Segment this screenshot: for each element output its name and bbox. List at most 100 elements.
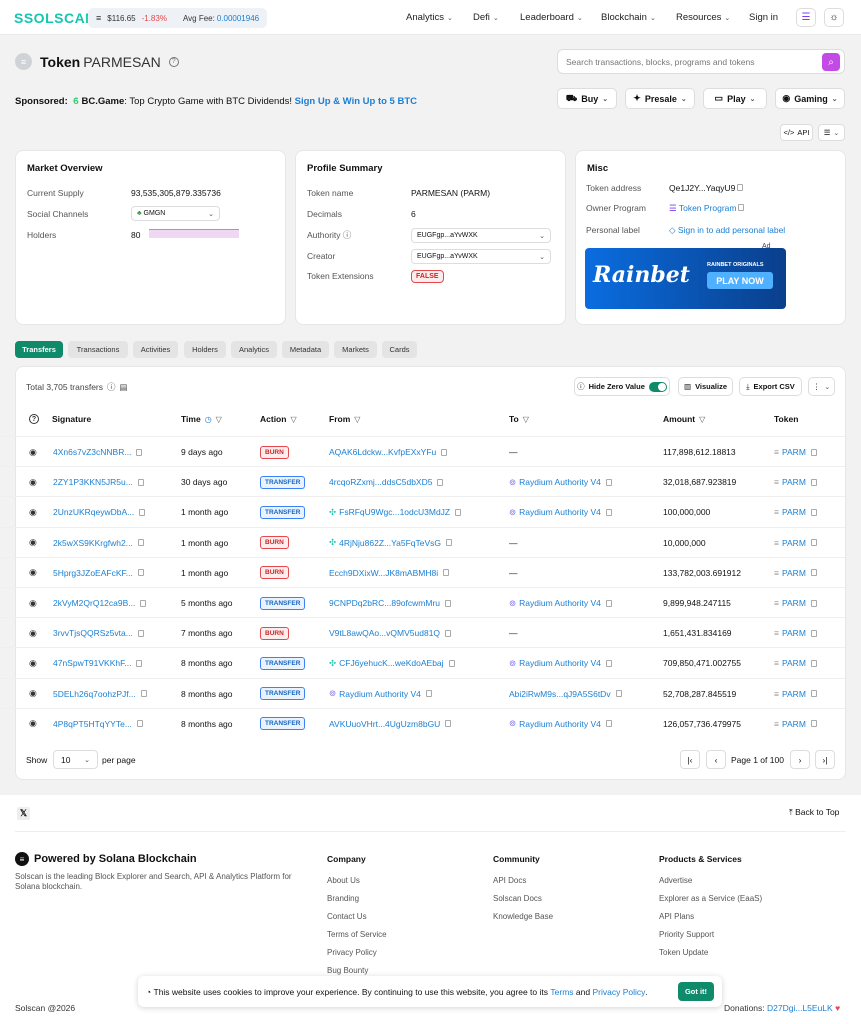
list-menu-button[interactable]: ☰ ⌄ [818, 124, 845, 141]
footer-link[interactable]: API Docs [493, 876, 553, 885]
copy-icon[interactable] [810, 720, 817, 728]
sign-in-link[interactable]: Sign in [749, 12, 778, 23]
creator-select[interactable]: EUGFgp...aYvWXK ⌄ [411, 249, 551, 264]
tab-metadata[interactable]: Metadata [282, 341, 329, 358]
column-menu-button[interactable]: ⋮ ⌄ [808, 377, 835, 396]
copy-icon[interactable] [445, 629, 452, 637]
info-icon[interactable]: ⓘ [107, 381, 116, 393]
nav-leaderboard[interactable]: Leaderboard ⌄ [520, 12, 583, 23]
copy-icon[interactable] [810, 599, 817, 607]
from-address-link[interactable]: CFJ6yehucK...weKdoAEbaj [339, 658, 443, 668]
copy-icon[interactable] [139, 508, 146, 516]
copy-icon[interactable] [810, 539, 817, 547]
signature-link[interactable]: 5Hprg3JZoEAFcKF... [53, 568, 133, 578]
signature-link[interactable]: 4P8qPT5HTqYYTe... [53, 719, 132, 729]
next-page-button[interactable]: › [790, 750, 810, 769]
terms-link[interactable]: Terms [550, 987, 573, 997]
preview-button[interactable]: ◉ [29, 588, 37, 618]
hide-zero-value-toggle[interactable]: ⓘ Hide Zero Value [574, 377, 670, 396]
chart-icon[interactable]: ▤ [120, 382, 128, 393]
got-it-button[interactable]: Got it! [678, 982, 714, 1001]
social-channels-select[interactable]: ♣ GMGN ⌄ [131, 206, 220, 221]
filter-icon[interactable]: ▽ [699, 415, 705, 424]
copy-icon[interactable] [810, 478, 817, 486]
search-button[interactable]: ⌕ [822, 53, 840, 71]
footer-link[interactable]: Branding [327, 894, 387, 903]
per-page-select[interactable]: 10 ⌄ [53, 750, 98, 769]
signature-link[interactable]: 3rvvTjsQQRSz5vta... [53, 628, 133, 638]
copy-icon[interactable] [737, 184, 744, 191]
preview-button[interactable]: ◉ [29, 618, 37, 648]
signature-link[interactable]: 47nSpwT91VKKhF... [53, 658, 131, 668]
theme-toggle-button[interactable]: ☼ [824, 8, 844, 27]
to-address-link[interactable]: Raydium Authority V4 [519, 477, 601, 487]
copy-icon[interactable] [425, 690, 432, 698]
token-link[interactable]: PARM [782, 538, 806, 548]
sponsor-cta-link[interactable]: Sign Up & Win Up to 5 BTC [295, 96, 417, 107]
footer-link[interactable]: Contact Us [327, 912, 387, 921]
signature-link[interactable]: 2kVyM2QrQ12ca9B... [53, 598, 135, 608]
first-page-button[interactable]: |‹ [680, 750, 700, 769]
preview-button[interactable]: ◉ [29, 679, 37, 709]
tab-transactions[interactable]: Transactions [68, 341, 128, 358]
copy-icon[interactable] [137, 478, 144, 486]
export-csv-button[interactable]: ⤓ Export CSV [739, 377, 802, 396]
preview-button[interactable]: ◉ [29, 528, 37, 558]
copy-icon[interactable] [605, 659, 612, 667]
signature-link[interactable]: 5DELh26q7oohzPJf... [53, 689, 136, 699]
preview-button[interactable]: ◉ [29, 467, 37, 497]
nav-analytics[interactable]: Analytics ⌄ [406, 12, 453, 23]
nav-defi[interactable]: Defi ⌄ [473, 12, 499, 23]
gaming-button[interactable]: ◉ Gaming ⌄ [775, 88, 845, 109]
copy-icon[interactable] [140, 690, 147, 698]
token-link[interactable]: PARM [782, 658, 806, 668]
api-button[interactable]: </> API [780, 124, 813, 141]
token-link[interactable]: PARM [782, 477, 806, 487]
copy-icon[interactable] [810, 629, 817, 637]
token-link[interactable]: PARM [782, 598, 806, 608]
signature-link[interactable]: 4Xn6s7vZ3cNNBR... [53, 447, 131, 457]
to-address-link[interactable]: Raydium Authority V4 [519, 598, 601, 608]
from-address-link[interactable]: Ecch9DXixW...JK8mABMH8i [329, 568, 438, 578]
footer-link[interactable]: Solscan Docs [493, 894, 553, 903]
token-link[interactable]: PARM [782, 689, 806, 699]
preview-button[interactable]: ◉ [29, 709, 37, 739]
copy-icon[interactable] [446, 539, 453, 547]
back-to-top-link[interactable]: ⤒ Back to Top [789, 807, 839, 818]
token-link[interactable]: PARM [782, 719, 806, 729]
tab-activities[interactable]: Activities [133, 341, 178, 358]
footer-link[interactable]: Explorer as a Service (EaaS) [659, 894, 762, 903]
token-link[interactable]: PARM [782, 568, 806, 578]
token-link[interactable]: PARM [782, 507, 806, 517]
footer-link[interactable]: Privacy Policy [327, 948, 387, 957]
copy-icon[interactable] [136, 659, 143, 667]
copy-icon[interactable] [738, 204, 745, 211]
copy-icon[interactable] [137, 629, 144, 637]
copy-icon[interactable] [810, 448, 817, 456]
search-input[interactable]: Search transactions, blocks, programs an… [557, 49, 845, 74]
to-address-link[interactable]: Raydium Authority V4 [519, 507, 601, 517]
presale-button[interactable]: ✦ Presale ⌄ [625, 88, 695, 109]
authority-select[interactable]: EUGFgp...aYvWXK ⌄ [411, 228, 551, 243]
copy-icon[interactable] [445, 720, 452, 728]
token-link[interactable]: PARM [782, 447, 806, 457]
copy-icon[interactable] [137, 569, 144, 577]
visualize-button[interactable]: ▥ Visualize [678, 377, 733, 396]
personal-label-link[interactable]: ◇ Sign in to add personal label [669, 225, 785, 236]
token-link[interactable]: PARM [782, 628, 806, 638]
footer-link[interactable]: Bug Bounty [327, 966, 387, 975]
token-address[interactable]: Qe1J2Y...YaqyU9 [669, 183, 744, 193]
footer-link[interactable]: Knowledge Base [493, 912, 553, 921]
footer-link[interactable]: Advertise [659, 876, 762, 885]
filter-icon[interactable]: ▽ [523, 415, 529, 424]
preview-button[interactable]: ◉ [29, 648, 37, 678]
to-address-link[interactable]: Abi2iRwM9s...qJ9A5S6tDv [509, 689, 611, 699]
copy-icon[interactable] [605, 508, 612, 516]
last-page-button[interactable]: ›| [815, 750, 835, 769]
privacy-link[interactable]: Privacy Policy [592, 987, 645, 997]
copy-icon[interactable] [140, 599, 147, 607]
filter-icon[interactable]: ▽ [216, 415, 222, 424]
from-address-link[interactable]: 9CNPDq2bRC...89ofcwmMru [329, 598, 440, 608]
copy-icon[interactable] [605, 478, 612, 486]
from-address-link[interactable]: AVKUuoVHrt...4UgUzm8bGU [329, 719, 440, 729]
